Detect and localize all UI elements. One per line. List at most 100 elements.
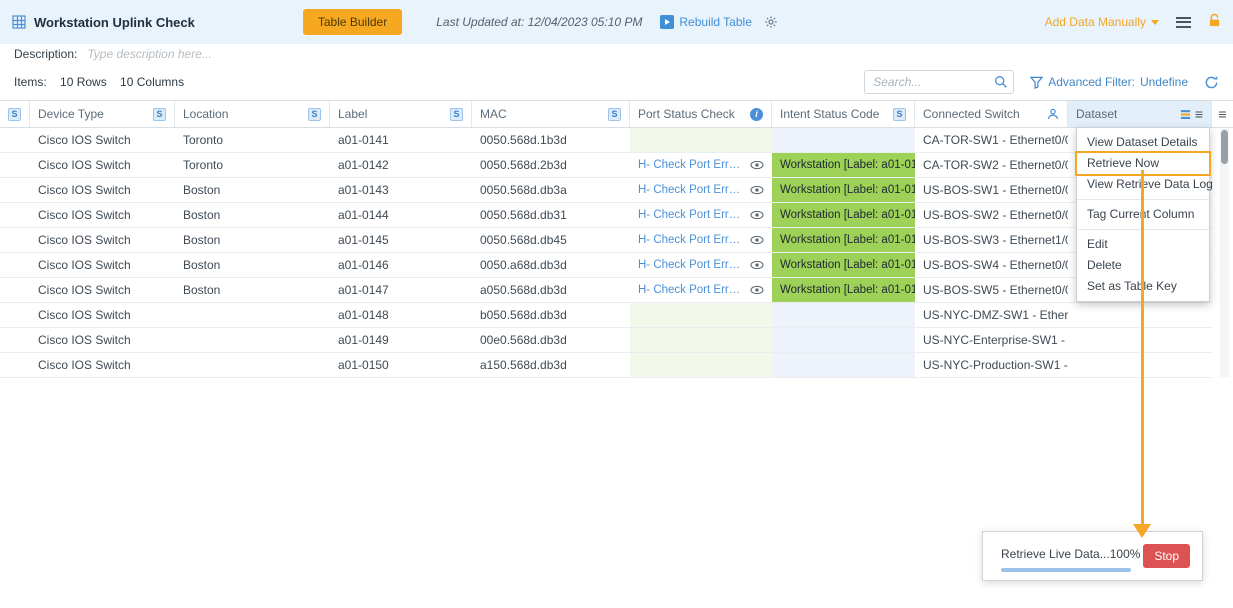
rebuild-table-button[interactable]: Rebuild Table [660, 15, 752, 29]
cell-intent_status: Workstation [Label: a01-014... [772, 278, 915, 302]
cell-location: Boston [175, 178, 330, 202]
column-header-sel[interactable]: S [0, 101, 30, 127]
cell-location: Boston [175, 203, 330, 227]
cell-location: Toronto [175, 153, 330, 177]
cell-sel [0, 178, 30, 202]
cell-mac: 0050.568d.db45 [472, 228, 630, 252]
eye-icon[interactable] [750, 285, 764, 295]
table-builder-button[interactable]: Table Builder [303, 9, 402, 35]
cell-sel [0, 328, 30, 352]
string-type-icon: S [893, 108, 906, 121]
columns-count: 10 Columns [120, 75, 184, 89]
port-status-link[interactable]: H- Check Port Error US-... [638, 184, 746, 196]
column-header-dataset[interactable]: Dataset≡ [1068, 101, 1212, 127]
cell-mac: 0050.568d.1b3d [472, 128, 630, 152]
refresh-icon[interactable] [1204, 75, 1219, 90]
app-window: Workstation Uplink Check Table Builder L… [0, 0, 1233, 608]
table-row[interactable]: Cisco IOS Switcha01-0150a150.568d.db3dUS… [0, 353, 1212, 378]
eye-icon[interactable] [750, 260, 764, 270]
cell-connected_switch: US-NYC-DMZ-SW1 - Etherne... [915, 303, 1068, 327]
stop-button[interactable]: Stop [1143, 544, 1190, 568]
table-menu-icon[interactable]: ≡ [1218, 107, 1226, 121]
search-icon[interactable] [994, 75, 1008, 92]
cell-mac: a150.568d.db3d [472, 353, 630, 377]
table-row[interactable]: Cisco IOS SwitchBostona01-01430050.568d.… [0, 178, 1212, 203]
eye-icon[interactable] [750, 235, 764, 245]
cell-device_type: Cisco IOS Switch [30, 303, 175, 327]
column-header-intent_status[interactable]: Intent Status CodeS [772, 101, 915, 127]
column-header-location[interactable]: LocationS [175, 101, 330, 127]
advanced-filter-button[interactable]: Advanced Filter: Undefine [1030, 75, 1188, 89]
table-row[interactable]: Cisco IOS Switcha01-014900e0.568d.db3dUS… [0, 328, 1212, 353]
cell-location [175, 353, 330, 377]
cell-device_type: Cisco IOS Switch [30, 228, 175, 252]
lock-icon[interactable] [1208, 13, 1221, 31]
column-header-connected_switch[interactable]: Connected Switch [915, 101, 1068, 127]
port-status-link[interactable]: H- Check Port Error CA-... [638, 159, 746, 171]
table-row[interactable]: Cisco IOS SwitchBostona01-01460050.a68d.… [0, 253, 1212, 278]
table-row[interactable]: Cisco IOS SwitchTorontoa01-01420050.568d… [0, 153, 1212, 178]
hamburger-menu-icon[interactable] [1176, 17, 1191, 28]
table-body: Cisco IOS SwitchTorontoa01-01410050.568d… [0, 128, 1212, 378]
cell-mac: a050.568d.db3d [472, 278, 630, 302]
column-label: MAC [480, 107, 507, 121]
menu-item-view-dataset-details[interactable]: View Dataset Details [1077, 132, 1209, 153]
column-header-label[interactable]: LabelS [330, 101, 472, 127]
string-type-icon: S [8, 108, 21, 121]
cell-intent_status: Workstation [Label: a01-014... [772, 153, 915, 177]
cell-location: Boston [175, 253, 330, 277]
cell-connected_switch: US-NYC-Production-SW1 - Et... [915, 353, 1068, 377]
column-header-port_status[interactable]: Port Status Checki [630, 101, 772, 127]
eye-icon[interactable] [750, 185, 764, 195]
add-data-manually-label: Add Data Manually [1045, 15, 1146, 29]
search-input[interactable] [864, 70, 1014, 94]
vertical-scrollbar[interactable] [1220, 129, 1229, 377]
cell-device_type: Cisco IOS Switch [30, 203, 175, 227]
cell-port_status: H- Check Port Error US-... [630, 178, 772, 202]
items-summary: Items: 10 Rows 10 Columns [14, 75, 194, 89]
chevron-down-icon [1151, 20, 1159, 25]
progress-bar [1001, 568, 1131, 572]
eye-icon[interactable] [750, 210, 764, 220]
table-row[interactable]: Cisco IOS SwitchBostona01-01450050.568d.… [0, 228, 1212, 253]
table-row[interactable]: Cisco IOS SwitchBostona01-0147a050.568d.… [0, 278, 1212, 303]
scrollbar-thumb[interactable] [1221, 130, 1228, 164]
annotation-arrow [1141, 170, 1144, 526]
column-menu-icon[interactable]: ≡ [1195, 107, 1203, 121]
person-icon [1047, 108, 1059, 120]
port-status-link[interactable]: H- Check Port Error US-... [638, 234, 746, 246]
column-header-device_type[interactable]: Device TypeS [30, 101, 175, 127]
toast-message: Retrieve Live Data...100% [1001, 547, 1140, 561]
cell-intent_status: Workstation [Label: a01-014... [772, 178, 915, 202]
cell-intent_status [772, 353, 915, 377]
cell-label: a01-0143 [330, 178, 472, 202]
cell-intent_status: Workstation [Label: a01-014... [772, 228, 915, 252]
cell-device_type: Cisco IOS Switch [30, 278, 175, 302]
table-row[interactable]: Cisco IOS Switcha01-0148b050.568d.db3dUS… [0, 303, 1212, 328]
cell-mac: 00e0.568d.db3d [472, 328, 630, 352]
description-label: Description: [14, 47, 77, 61]
string-type-icon: S [608, 108, 621, 121]
cell-location: Boston [175, 278, 330, 302]
table-row[interactable]: Cisco IOS SwitchTorontoa01-01410050.568d… [0, 128, 1212, 153]
cell-sel [0, 203, 30, 227]
gear-icon[interactable] [764, 15, 778, 29]
add-data-manually-button[interactable]: Add Data Manually [1045, 15, 1159, 29]
column-header-mac[interactable]: MAC S [472, 101, 630, 127]
port-status-link[interactable]: H- Check Port Error US-... [638, 284, 746, 296]
cell-label: a01-0146 [330, 253, 472, 277]
port-status-link[interactable]: H- Check Port Error US-... [638, 259, 746, 271]
cell-intent_status [772, 303, 915, 327]
search-box [864, 70, 1014, 94]
items-label: Items: [14, 75, 47, 89]
eye-icon[interactable] [750, 160, 764, 170]
cell-label: a01-0149 [330, 328, 472, 352]
cell-label: a01-0141 [330, 128, 472, 152]
table-row[interactable]: Cisco IOS SwitchBostona01-01440050.568d.… [0, 203, 1212, 228]
cell-sel [0, 253, 30, 277]
cell-connected_switch: US-BOS-SW2 - Ethernet0/0 [915, 203, 1068, 227]
cell-port_status: H- Check Port Error US-... [630, 228, 772, 252]
description-input[interactable]: Type description here... [87, 47, 212, 61]
port-status-link[interactable]: H- Check Port Error US-... [638, 209, 746, 221]
cell-label: a01-0150 [330, 353, 472, 377]
